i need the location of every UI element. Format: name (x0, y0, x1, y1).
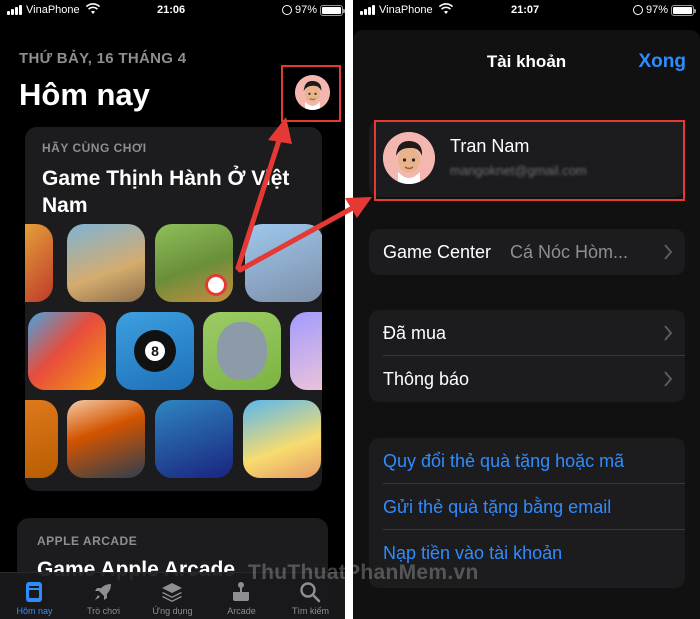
app-icon[interactable] (67, 400, 145, 478)
carrier-label: VinaPhone (26, 4, 80, 16)
send-gift-card-link[interactable]: Gửi thẻ quà tặng bằng email (383, 497, 611, 518)
done-button[interactable]: Xong (639, 51, 687, 73)
watermark: ThuThuatPhanMem.vn (248, 561, 479, 584)
tab-label: Trò chơi (86, 606, 121, 616)
clock: 21:06 (157, 4, 186, 16)
rocket-icon (95, 584, 111, 600)
tab-apps[interactable]: Ứng dụng (138, 573, 207, 619)
battery-percent: 97% (295, 4, 318, 16)
avatar-highlight-box (281, 65, 341, 122)
app-store-today-screen: VinaPhone 21:06 97% THỨ BẢY, 16 THÁNG 4 … (0, 0, 345, 619)
orientation-lock-icon (282, 5, 292, 15)
chevron-right-icon (664, 244, 673, 260)
app-icon[interactable] (28, 312, 106, 390)
game-center-row[interactable]: Game Center Cá Nóc Hòm... (369, 229, 685, 275)
wifi-icon (86, 3, 100, 14)
clock: 21:07 (511, 4, 540, 16)
screenshot-composite: VinaPhone 21:06 97% THỨ BẢY, 16 THÁNG 4 … (0, 0, 700, 619)
signal-icon (360, 5, 376, 15)
today-icon (26, 582, 42, 602)
tab-label: Tìm kiếm (292, 606, 329, 616)
profile-highlight-box (374, 120, 685, 201)
purchases-group: Đã mua Thông báo (369, 310, 685, 402)
row-label: Game Center (383, 242, 492, 262)
wifi-icon (439, 3, 453, 14)
card-kicker: HÃY CÙNG CHƠI (42, 141, 147, 155)
tab-label: Ứng dụng (152, 606, 193, 616)
redeem-gift-card-row[interactable]: Quy đổi thẻ quà tặng hoặc mã (369, 438, 685, 484)
tab-today[interactable]: Hôm nay (0, 573, 69, 619)
tab-games[interactable]: Trò chơi (69, 573, 138, 619)
app-icon[interactable] (155, 400, 233, 478)
send-gift-card-row[interactable]: Gửi thẻ quà tặng bằng email (369, 484, 685, 530)
layers-icon (162, 583, 182, 602)
talking-tom-icon (217, 322, 267, 380)
orientation-lock-icon (633, 5, 643, 15)
chevron-right-icon (664, 371, 673, 387)
garena-logo-icon (205, 274, 227, 296)
page-title: Hôm nay (19, 77, 150, 112)
redeem-gift-card-link[interactable]: Quy đổi thẻ quà tặng hoặc mã (383, 451, 624, 472)
app-icon[interactable] (245, 224, 322, 302)
date-line: THỨ BẢY, 16 THÁNG 4 (19, 50, 187, 67)
carrier-label: VinaPhone (379, 4, 433, 16)
card-kicker: APPLE ARCADE (37, 534, 138, 548)
app-icon[interactable] (155, 224, 233, 302)
app-icon[interactable] (67, 224, 145, 302)
battery-icon (671, 5, 696, 16)
row-label: Đã mua (383, 323, 447, 343)
app-icon-grid: 8 (25, 224, 322, 491)
app-icon[interactable] (203, 312, 281, 390)
card-headline: Game Thịnh Hành Ở Việt Nam (42, 167, 290, 217)
battery-percent: 97% (646, 4, 669, 16)
app-icon[interactable] (243, 400, 321, 478)
notifications-row[interactable]: Thông báo (369, 356, 685, 402)
row-label: Thông báo (383, 369, 470, 389)
app-icon[interactable] (290, 312, 322, 390)
tab-label: Arcade (227, 606, 256, 616)
app-icon[interactable] (25, 224, 53, 302)
8-ball-icon: 8 (134, 330, 176, 372)
purchased-row[interactable]: Đã mua (369, 310, 685, 356)
chevron-right-icon (664, 325, 673, 341)
featured-games-card[interactable]: HÃY CÙNG CHƠI Game Thịnh Hành Ở Việt Nam… (25, 127, 322, 491)
signal-icon (7, 5, 23, 15)
status-bar: VinaPhone 21:07 97% (353, 0, 700, 22)
battery-icon (320, 5, 345, 16)
game-center-group: Game Center Cá Nóc Hòm... (369, 229, 685, 275)
status-bar: VinaPhone 21:06 97% (0, 0, 345, 22)
app-icon[interactable] (25, 400, 58, 478)
account-sheet-screen: VinaPhone 21:07 97% Tài khoản Xong Tran … (353, 0, 700, 619)
tab-label: Hôm nay (16, 606, 53, 616)
row-value: Cá Nóc Hòm... (510, 242, 629, 262)
app-icon[interactable]: 8 (116, 312, 194, 390)
